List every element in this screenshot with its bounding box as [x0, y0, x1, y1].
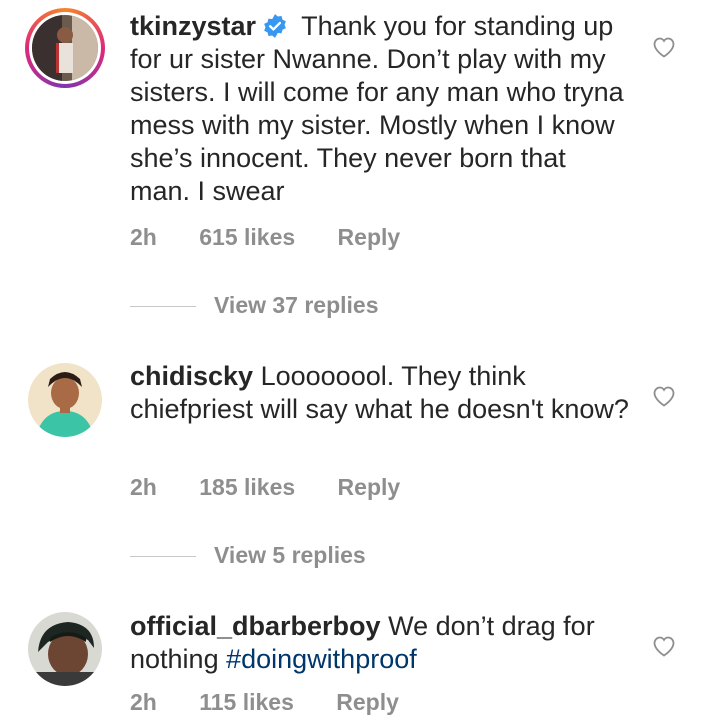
- comment-username[interactable]: official_dbarberboy: [130, 611, 381, 641]
- heart-outline-icon[interactable]: [652, 635, 676, 657]
- comment-username[interactable]: tkinzystar: [130, 11, 256, 41]
- comment-time: 2h: [130, 474, 157, 500]
- view-replies-label: View 5 replies: [214, 542, 366, 568]
- avatar[interactable]: [28, 363, 102, 437]
- avatar[interactable]: [28, 612, 102, 686]
- view-replies-label: View 37 replies: [214, 292, 379, 318]
- heart-outline-icon[interactable]: [652, 36, 676, 58]
- comment-likes[interactable]: 615 likes: [199, 224, 295, 250]
- reply-button[interactable]: Reply: [338, 224, 401, 250]
- hashtag-link[interactable]: #doingwithproof: [226, 644, 417, 674]
- verified-badge-icon: [262, 13, 288, 39]
- reply-button[interactable]: Reply: [338, 474, 401, 500]
- reply-button[interactable]: Reply: [336, 689, 399, 715]
- heart-outline-icon[interactable]: [652, 385, 676, 407]
- comment-time: 2h: [130, 689, 157, 715]
- avatar[interactable]: [25, 8, 105, 88]
- divider-line: [130, 306, 196, 308]
- divider-line: [130, 556, 196, 558]
- view-replies-button[interactable]: View 5 replies: [130, 542, 366, 569]
- comment-time: 2h: [130, 224, 157, 250]
- comment-likes[interactable]: 185 likes: [199, 474, 295, 500]
- comment-likes[interactable]: 115 likes: [199, 689, 294, 715]
- view-replies-button[interactable]: View 37 replies: [130, 292, 379, 319]
- comment-username[interactable]: chidiscky: [130, 361, 253, 391]
